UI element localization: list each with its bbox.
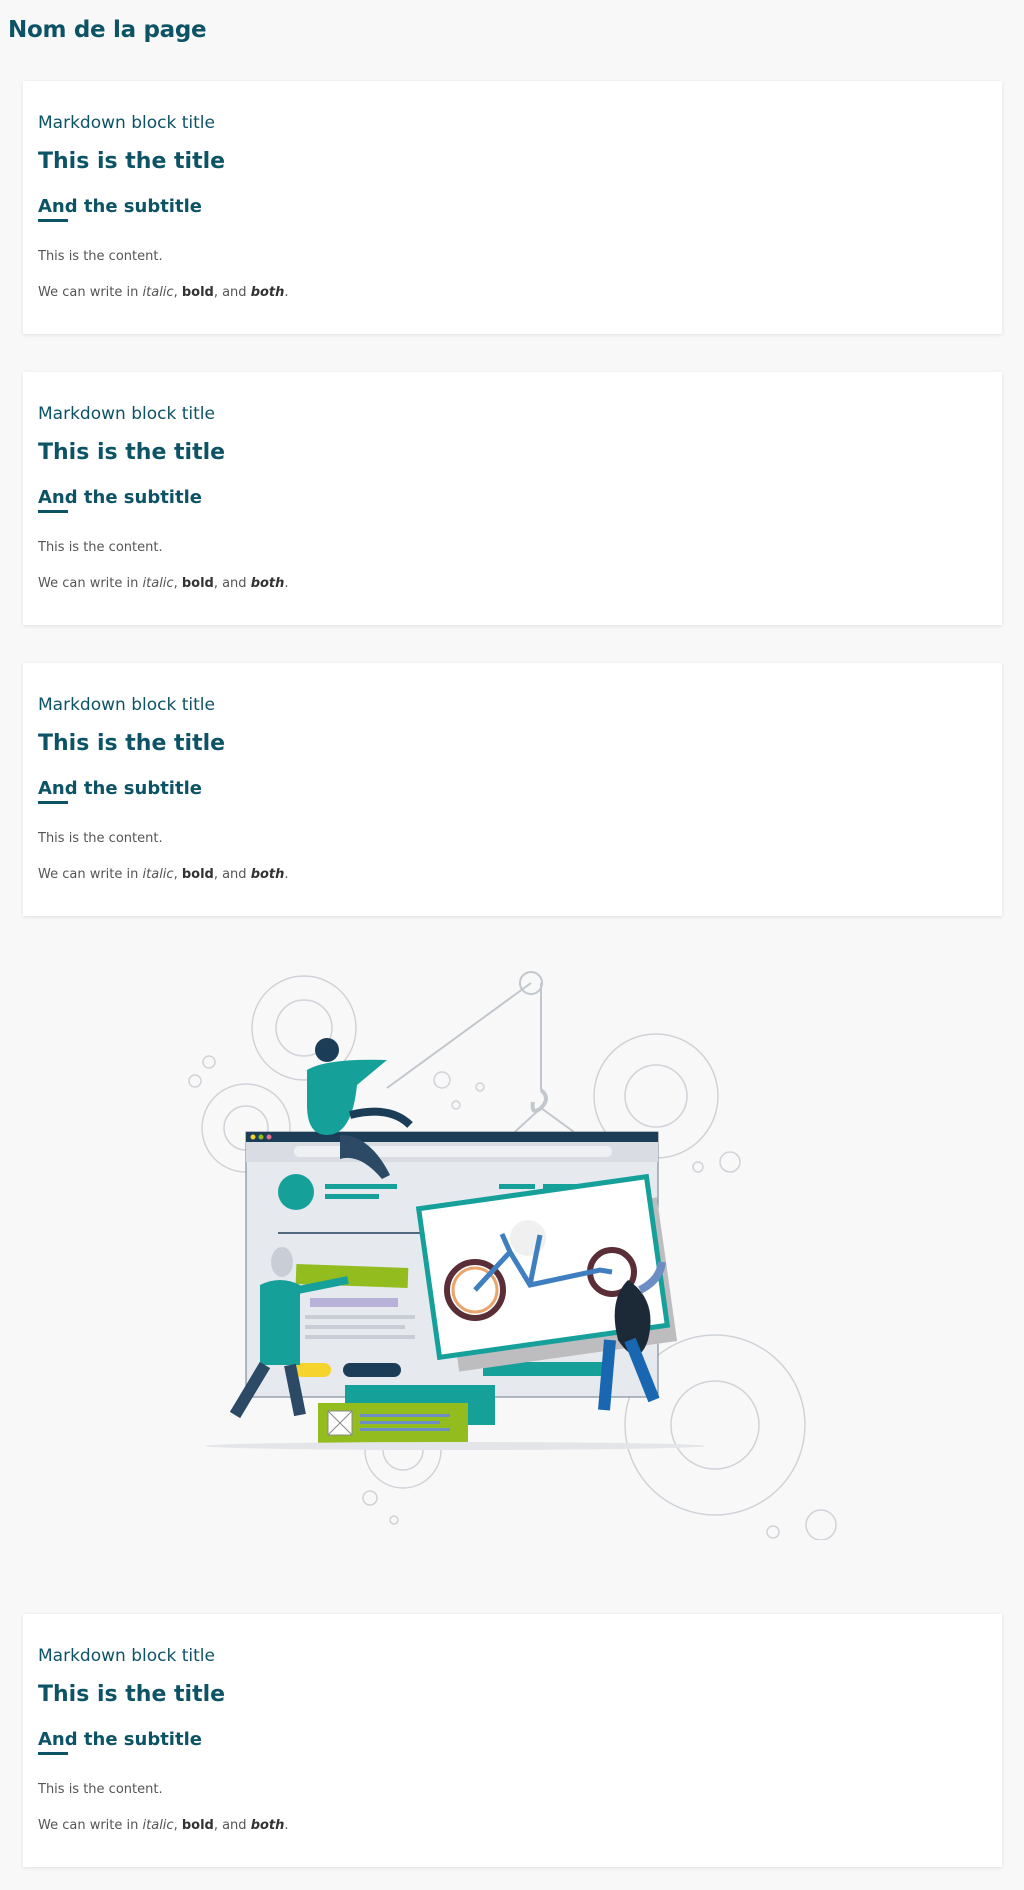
subtitle-underline <box>38 219 68 222</box>
block-title: Markdown block title <box>38 1646 215 1666</box>
block-content: This is the content. <box>38 249 163 264</box>
rich-text-separator: , <box>173 285 182 300</box>
rich-text-suffix: . <box>284 867 289 882</box>
block-heading: This is the title <box>38 1682 226 1707</box>
block-title: Markdown block title <box>38 113 215 133</box>
block-rich-content: We can write in italic, bold, and both. <box>38 576 289 591</box>
bold-text: bold <box>181 285 214 300</box>
italic-text: italic <box>142 285 174 300</box>
block-subtitle: And the subtitle <box>38 778 202 799</box>
illustration-svg <box>188 971 837 1541</box>
subtitle-underline <box>38 510 68 513</box>
rich-text-separator: , and <box>213 285 251 300</box>
bold-italic-text: both <box>250 285 285 300</box>
block-subtitle: And the subtitle <box>38 196 202 217</box>
rich-text-separator: , and <box>213 1818 251 1833</box>
rich-text-separator: , <box>173 576 182 591</box>
subtitle-underline <box>38 801 68 804</box>
rich-text-separator: , and <box>213 867 251 882</box>
rich-text-suffix: . <box>284 1818 289 1833</box>
bold-text: bold <box>181 867 214 882</box>
rich-text-prefix: We can write in <box>38 285 143 300</box>
block-heading: This is the title <box>38 149 226 174</box>
bold-text: bold <box>181 576 214 591</box>
markdown-block-card: Markdown block title This is the title A… <box>23 1614 1002 1867</box>
website-construction-illustration <box>180 960 840 1541</box>
block-heading: This is the title <box>38 731 226 756</box>
block-content: This is the content. <box>38 1782 163 1797</box>
rich-text-prefix: We can write in <box>38 867 143 882</box>
block-rich-content: We can write in italic, bold, and both. <box>38 1818 289 1833</box>
block-rich-content: We can write in italic, bold, and both. <box>38 285 289 300</box>
rich-text-prefix: We can write in <box>38 576 143 591</box>
block-title: Markdown block title <box>38 404 215 424</box>
rich-text-separator: , <box>173 1818 182 1833</box>
bold-italic-text: both <box>250 1818 285 1833</box>
rich-text-suffix: . <box>284 285 289 300</box>
block-title: Markdown block title <box>38 695 215 715</box>
markdown-block-card: Markdown block title This is the title A… <box>23 81 1002 334</box>
block-rich-content: We can write in italic, bold, and both. <box>38 867 289 882</box>
italic-text: italic <box>142 867 174 882</box>
ground-shadow <box>205 1442 705 1450</box>
bold-text: bold <box>181 1818 214 1833</box>
markdown-block-card: Markdown block title This is the title A… <box>23 663 1002 916</box>
italic-text: italic <box>142 1818 174 1833</box>
block-content: This is the content. <box>38 540 163 555</box>
block-content: This is the content. <box>38 831 163 846</box>
bold-italic-text: both <box>250 867 285 882</box>
markdown-block-card: Markdown block title This is the title A… <box>23 372 1002 625</box>
rich-text-prefix: We can write in <box>38 1818 143 1833</box>
rich-text-separator: , and <box>213 576 251 591</box>
italic-text: italic <box>142 576 174 591</box>
rich-text-separator: , <box>173 867 182 882</box>
page-title: Nom de la page <box>8 17 207 43</box>
block-subtitle: And the subtitle <box>38 1729 202 1750</box>
bold-italic-text: both <box>250 576 285 591</box>
rich-text-suffix: . <box>284 576 289 591</box>
block-heading: This is the title <box>38 440 226 465</box>
subtitle-underline <box>38 1752 68 1755</box>
block-subtitle: And the subtitle <box>38 487 202 508</box>
